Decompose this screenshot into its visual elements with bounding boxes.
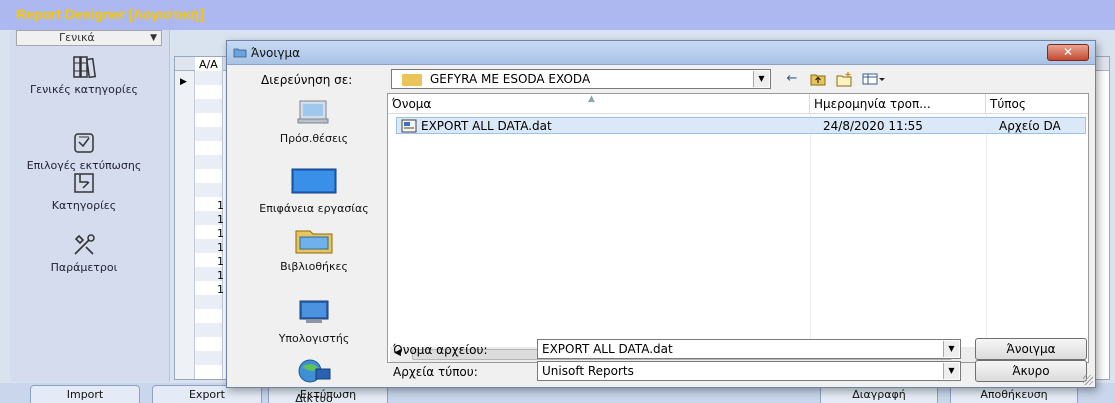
desktop-icon: [291, 168, 337, 194]
filename-label: Όνομα αρχείου:: [393, 343, 488, 357]
recent-places-icon: [297, 100, 329, 124]
column-header-name[interactable]: Όνομα ▲: [388, 94, 810, 114]
open-button[interactable]: Άνοιγμα: [975, 338, 1087, 360]
print-options-icon: [74, 133, 94, 153]
place-libraries[interactable]: Βιβλιοθήκες: [253, 225, 375, 273]
folder-icon: [402, 74, 422, 86]
filename-value: EXPORT ALL DATA.dat: [542, 342, 673, 356]
chevron-down-icon[interactable]: ▼: [753, 71, 769, 87]
file-type: Αρχείο DA: [999, 119, 1061, 133]
tools-icon: [74, 234, 95, 255]
chevron-down-icon[interactable]: ▼: [943, 363, 959, 379]
category-select-value: Γενικά: [59, 31, 95, 44]
sort-arrow-icon: ▲: [588, 94, 595, 104]
up-folder-icon[interactable]: [809, 71, 827, 87]
close-button[interactable]: ✕: [1047, 44, 1089, 61]
column-header-date[interactable]: Ημερομηνία τροπ...: [810, 94, 986, 114]
column-divider: [810, 114, 811, 344]
file-name: EXPORT ALL DATA.dat: [421, 119, 552, 133]
sidebar-item-general-categories[interactable]: Γενικές κατηγορίες: [10, 54, 158, 96]
network-icon: [298, 359, 331, 383]
place-computer[interactable]: Υπολογιστής: [253, 297, 375, 345]
sidebar-item-categories[interactable]: Κατηγορίες: [10, 170, 158, 212]
back-arrow-icon[interactable]: ←: [783, 71, 801, 87]
row-indicator: ▶: [175, 71, 195, 379]
place-desktop[interactable]: Επιφάνεια εργασίας: [253, 167, 375, 215]
place-network[interactable]: Δίκτυο: [253, 357, 375, 403]
category-select[interactable]: Γενικά ▼: [16, 30, 162, 46]
chevron-down-icon[interactable]: ▼: [943, 341, 959, 357]
chevron-down-icon: ▼: [150, 33, 157, 43]
sidebar-item-label: Παράμετροι: [50, 261, 118, 274]
libraries-icon: [295, 230, 333, 254]
sidebar: Γενικά ▼ Γενικές κατηγορίες Επιλογές εκτ…: [10, 30, 170, 382]
filetype-select[interactable]: Unisoft Reports ▼: [537, 361, 961, 381]
look-in-select[interactable]: GEFYRA ME ESODA EXODA ▼: [391, 69, 771, 89]
column-header-name-label: Όνομα: [392, 97, 432, 111]
open-file-dialog: Άνοιγμα ✕ Διερεύνηση σε: GEFYRA ME ESODA…: [226, 40, 1096, 403]
filetype-value: Unisoft Reports: [542, 364, 634, 378]
books-icon: [73, 56, 97, 79]
place-recent[interactable]: Πρόσ.θέσεις: [253, 97, 375, 145]
grid-cell[interactable]: 1: [217, 269, 224, 282]
place-label: Βιβλιοθήκες: [280, 260, 348, 273]
file-icon: [401, 119, 417, 133]
sidebar-item-label: Γενικές κατηγορίες: [30, 83, 138, 96]
look-in-value: GEFYRA ME ESODA EXODA: [430, 72, 591, 86]
categories-icon: [74, 173, 94, 193]
resize-grip[interactable]: [1083, 375, 1093, 385]
cancel-button[interactable]: Άκυρο: [975, 360, 1087, 382]
filetype-label: Αρχεία τύπου:: [393, 365, 478, 379]
grid-cell[interactable]: 1: [217, 255, 224, 268]
row-pointer-icon: ▶: [180, 77, 187, 87]
column-divider: [986, 114, 987, 344]
filename-input[interactable]: EXPORT ALL DATA.dat ▼: [537, 339, 961, 359]
grid-cell[interactable]: 1: [217, 199, 224, 212]
dialog-titlebar[interactable]: Άνοιγμα ✕: [227, 41, 1095, 65]
column-header-type[interactable]: Τύπος: [986, 94, 1088, 114]
place-label: Πρόσ.θέσεις: [279, 132, 349, 145]
sidebar-item-parameters[interactable]: Παράμετροι: [10, 232, 158, 274]
file-list[interactable]: Όνομα ▲ Ημερομηνία τροπ... Τύπος EXPORT …: [387, 93, 1089, 363]
grid-cell[interactable]: 1: [217, 227, 224, 240]
app-title: Report Designer [Λογιστική]: [0, 0, 1115, 30]
sidebar-item-label: Κατηγορίες: [51, 199, 117, 212]
import-button[interactable]: Import: [30, 385, 140, 403]
place-label: Επιφάνεια εργασίας: [259, 202, 369, 215]
place-label: Δίκτυο: [295, 392, 333, 403]
folder-open-icon: [233, 48, 247, 58]
view-menu-icon[interactable]: [861, 71, 887, 87]
places-bar: Πρόσ.θέσεις Επιφάνεια εργασίας Βιβλιοθήκ…: [253, 91, 375, 403]
sidebar-item-print-options[interactable]: Επιλογές εκτύπωσης: [10, 130, 158, 172]
computer-icon: [299, 300, 329, 323]
file-date: 24/8/2020 11:55: [823, 119, 923, 133]
new-folder-icon[interactable]: [835, 71, 853, 87]
grid-column-header[interactable]: Α/Α: [199, 58, 218, 71]
grid-cell[interactable]: 1: [217, 283, 224, 296]
grid-cell[interactable]: 1: [217, 241, 224, 254]
dialog-title: Άνοιγμα: [251, 46, 301, 60]
close-icon: ✕: [1062, 45, 1074, 59]
look-in-label: Διερεύνηση σε:: [261, 73, 353, 87]
file-row[interactable]: EXPORT ALL DATA.dat 24/8/2020 11:55 Αρχε…: [396, 117, 1086, 134]
grid-cell[interactable]: 1: [217, 213, 224, 226]
place-label: Υπολογιστής: [278, 332, 350, 345]
